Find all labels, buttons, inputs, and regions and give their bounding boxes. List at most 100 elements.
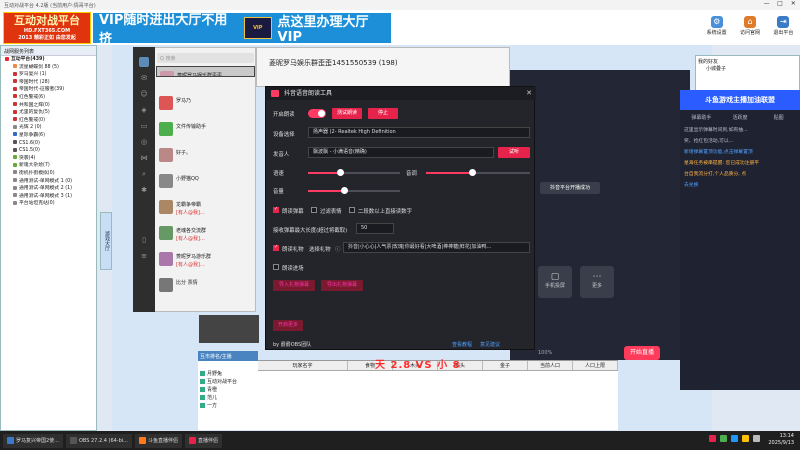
tab-activity[interactable]: 活跃度 [721,114,760,121]
chat-name: 老魂各交流群 [176,228,207,234]
tree-item[interactable]: 共和国之辉(0) [1,102,96,110]
tree-item[interactable]: 流星蝴蝶剑 88 (5) [1,64,96,72]
miniprogram-icon[interactable]: ✱ [139,185,149,195]
minimize-button[interactable]: — [760,0,773,10]
chat-item[interactable]: 罗马乃 [156,92,255,116]
gift-checkbox[interactable] [273,244,279,251]
tree-item[interactable]: 街机扑街模拟(0) [1,170,96,178]
tree-item[interactable]: 光辉 2 (0) [1,124,96,132]
tree-item[interactable]: 平台站坦克站(0) [1,200,96,208]
vip-ad-banner[interactable]: VIP随时进出大厅不用挤 VIP 点这里办理大厅VIP [93,13,391,47]
list-item[interactable]: 一方 [198,402,258,410]
more-button[interactable]: 开启更多 [273,320,303,331]
device-select[interactable]: 扬声器 (2- Realtek High Definition [308,127,530,138]
tree-item[interactable]: 帝国时代-征服者(39) [1,86,96,94]
tree-item[interactable]: 尤里的复仇(5) [1,109,96,117]
list-item[interactable]: 范儿 [198,394,258,402]
channels-icon[interactable]: ⋈ [139,153,149,163]
chat-item[interactable]: 比分 票情 [156,274,255,298]
preview-voice-button[interactable]: 试听 [498,147,530,158]
search-input[interactable]: Q 搜索 [157,53,254,63]
exit-button[interactable]: ⇥ 退出平台 [767,14,800,42]
tutorial-link[interactable]: 查看教程 [452,341,472,348]
friend-item[interactable]: 小城叠子 [698,65,797,72]
moments-icon[interactable]: ◎ [139,137,149,147]
tab-danmu[interactable]: 弹幕助手 [682,114,721,121]
feedback-link[interactable]: 意见建议 [480,341,500,348]
tree-item[interactable]: 通用测试-单网模式 2 (1) [1,185,96,193]
task-item[interactable]: 直播伴侣 [184,433,222,448]
clock[interactable]: 13:14 2025/9/13 [768,433,794,447]
filter-checkbox[interactable] [311,207,317,213]
pitch-slider[interactable] [426,169,530,176]
tree-item[interactable]: 帝国时代 (28) [1,79,96,87]
tree-item[interactable]: 星际争霸(6) [1,132,96,140]
tree-item[interactable]: 红色警戒(6) [1,94,96,102]
list-item[interactable]: 月野兔 [198,370,258,378]
chat-item[interactable]: 好子。 [156,144,255,168]
task-item[interactable]: 斗鱼直播伴侣 [134,433,182,448]
tree-item[interactable]: 新魂大杂烩(7) [1,162,96,170]
menu-icon[interactable]: ≡ [139,251,149,261]
tree-item[interactable]: CS1.5(0) [1,147,96,155]
list-item[interactable]: 互动对战平台 [198,378,258,386]
gift-select[interactable]: 抖音|小心心|人气票|玫瑰|你最好看|大啤酒|棒棒糖|鲜花|加油鸭... [343,242,530,253]
settings-button[interactable]: ⚙ 系统设置 [700,14,733,42]
chat-item[interactable]: 文件传输助手 [156,118,255,142]
chat-item[interactable]: 龙霸争帝霸 [有人@我]... [156,196,255,220]
start-live-button[interactable]: 开始直播 [624,346,660,360]
tree-item[interactable]: 红色警戒(0) [1,117,96,125]
folder-icon[interactable]: ▭ [139,121,149,131]
volume-slider[interactable] [308,187,400,194]
tray-icon[interactable] [720,435,727,442]
maximize-button[interactable]: □ [773,0,786,10]
maxlen-input[interactable]: 50 [356,223,394,234]
favorites-icon[interactable]: ◈ [139,105,149,115]
more-card[interactable]: ⋯ 更多 [580,266,614,298]
slider-knob[interactable] [341,187,349,194]
tree-item[interactable]: 通用测试-单网模式 3 (1) [1,193,96,201]
slider-knob[interactable] [336,169,344,176]
tab-sticker[interactable]: 贴图 [759,114,798,121]
contacts-icon[interactable]: ☺ [139,89,149,99]
tree-item[interactable]: 突袭(4) [1,155,96,163]
enter-checkbox[interactable] [273,264,279,270]
tree-item[interactable]: 罗马复兴 (1) [1,71,96,79]
chat-preview: [有人@我]... [176,236,205,242]
lobby-menu-tab[interactable]: 游戏大厅 [100,212,112,270]
close-button[interactable]: ✕ [787,0,800,10]
import-button[interactable]: 导入礼物弹幕 [273,280,315,291]
chat-item[interactable]: 菱昵罗马游乐群 [有人@我]... [156,248,255,272]
chat-item[interactable]: 老魂各交流群 [有人@我]... [156,222,255,246]
tree-item[interactable]: 互动平台(439) [1,56,96,64]
tree-item[interactable]: CS1.6(0) [1,140,96,148]
tree-item[interactable]: 通用测试-单网模式 1 (0) [1,178,96,186]
search-icon[interactable]: ⌕ [139,169,149,179]
test-read-button[interactable]: 测试朗读 [332,108,362,119]
speed-slider[interactable] [308,169,400,176]
slider-knob[interactable] [469,169,477,176]
tray-icon[interactable] [709,435,716,442]
skip-checkbox[interactable] [349,207,355,213]
website-button[interactable]: ⌂ 访问官网 [733,14,766,42]
avatar[interactable] [139,57,149,67]
phone-icon[interactable]: ▯ [139,235,149,245]
task-item[interactable]: 罗马复兴帝国2使... [3,433,63,448]
close-icon[interactable]: ✕ [526,87,532,100]
volume-icon[interactable] [753,435,760,442]
export-button[interactable]: 导出礼物弹幕 [321,280,363,291]
tray-icon[interactable] [742,435,749,442]
danmu-checkbox[interactable] [273,206,279,213]
chat-item[interactable]: 菱昵罗马娱乐群歪歪...[动画表情] [156,66,255,77]
chat-item[interactable]: 小野猫QQ [156,170,255,194]
open-read-toggle[interactable] [308,109,326,118]
tray-icon[interactable] [731,435,738,442]
assistant-link[interactable]: 去兑换 [680,180,800,191]
stop-button[interactable]: 停止 [368,108,398,119]
voice-select[interactable]: 飘波飘 - 小满语音(精确) [308,147,494,158]
chat-icon[interactable]: ✉ [139,73,149,83]
douyu-banner[interactable]: 斗鱼游戏主播加油联盟 [680,90,800,110]
task-item[interactable]: OBS 27.2.4 (64-bi... [65,433,132,448]
screen-cast-card[interactable]: ▢ 手机投屏 [538,266,572,298]
list-item[interactable]: 青橙 [198,386,258,394]
